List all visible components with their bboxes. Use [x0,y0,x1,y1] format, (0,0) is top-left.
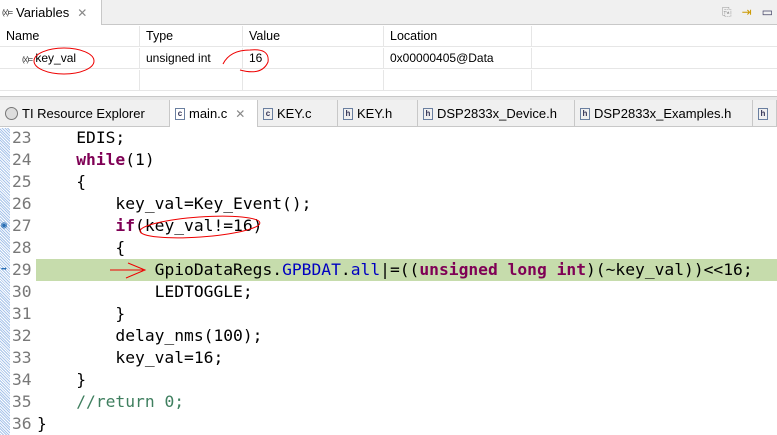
variable-icon: (x)= [22,55,33,64]
tab-label: KEY.c [277,106,312,121]
tab-ti-resource-explorer[interactable]: TI Resource Explorer [0,100,170,127]
empty-row [0,70,777,91]
tab-main-c[interactable]: c main.c ✕ [170,100,258,127]
code-line: 35 //return 0; [12,392,185,411]
column-value[interactable]: Value [243,26,384,47]
current-line: ➡ 29 GpioDataRegs.GPBDAT.all|=((unsigned … [0,259,777,281]
c-file-icon: c [175,107,185,120]
var-location: 0x00000405@Data [384,48,532,69]
select-all-icon[interactable]: ⎘ [722,5,732,20]
table-header: Name Type Value Location [0,26,777,47]
code-line: 30 LEDTOGGLE; [12,282,253,301]
close-icon[interactable]: ✕ [235,107,245,121]
tab-dsp2833x-examples-h[interactable]: h DSP2833x_Examples.h [575,100,753,127]
instruction-pointer-icon: ➡ [1,264,8,275]
tab-label: TI Resource Explorer [22,106,145,121]
h-file-icon: h [580,107,590,120]
tab-label: DSP2833x_Examples.h [594,106,732,121]
code-line: 25 { [12,172,87,191]
code-line: 26 key_val=Key_Event(); [12,194,312,213]
column-name[interactable]: Name [0,26,140,47]
code-line: 24 while(1) [12,150,155,169]
h-file-icon: h [423,107,433,120]
editor-tab-bar: TI Resource Explorer c main.c ✕ c KEY.c h KE… [0,100,777,127]
var-name-cell: (x)= key_val [0,48,140,69]
code-line: 31 } [12,304,126,323]
var-type: unsigned int [140,48,243,69]
code-line: 32 delay_nms(100); [12,326,263,345]
tab-label: main.c [189,106,228,121]
tab-label: DSP2833x_Device.h [437,106,557,121]
column-type[interactable]: Type [140,26,243,47]
code-editor[interactable]: 23 EDIS; 24 while(1) 25 { 26 key_val=Key… [0,128,777,435]
minimize-icon[interactable]: ▭ [762,5,773,20]
view-toolbar: ⎘ ⇥ ▭ [722,5,773,20]
c-file-icon: c [263,107,273,120]
tab-variables[interactable]: (x)= Variables ✕ [0,0,102,25]
tab-key-h[interactable]: h KEY.h [338,100,418,127]
close-icon[interactable]: ✕ [77,6,87,20]
column-location[interactable]: Location [384,26,532,47]
collapse-all-icon[interactable]: ⇥ [742,5,752,20]
code-line: 33 key_val=16; [12,348,224,367]
tab-label: Variables [16,5,70,20]
code-line: 28 { [12,238,126,257]
tab-dsp2833x-device-h[interactable]: h DSP2833x_Device.h [418,100,575,127]
variables-tab-bar: (x)= Variables ✕ ⎘ ⇥ ▭ [0,0,777,25]
var-name: key_val [35,51,77,65]
tab-overflow[interactable]: h [753,100,777,127]
code-line: ◉ 27 if(key_val!=16) [1,215,263,237]
compass-icon [5,107,18,120]
code-line: 34 } [12,370,87,389]
code-line: 36} [12,414,47,433]
code-line: 23 EDIS; [12,128,126,147]
var-value[interactable]: 16 [243,48,384,69]
breakpoint-icon[interactable]: ◉ [1,215,7,237]
tab-key-c[interactable]: c KEY.c [258,100,338,127]
h-file-icon: h [758,107,768,120]
variables-icon: (x)= [2,8,13,17]
table-row[interactable]: (x)= key_val unsigned int 16 0x00000405@… [0,48,777,69]
variables-table: Name Type Value Location (x)= key_val un… [0,26,777,96]
h-file-icon: h [343,107,353,120]
tab-label: KEY.h [357,106,393,121]
